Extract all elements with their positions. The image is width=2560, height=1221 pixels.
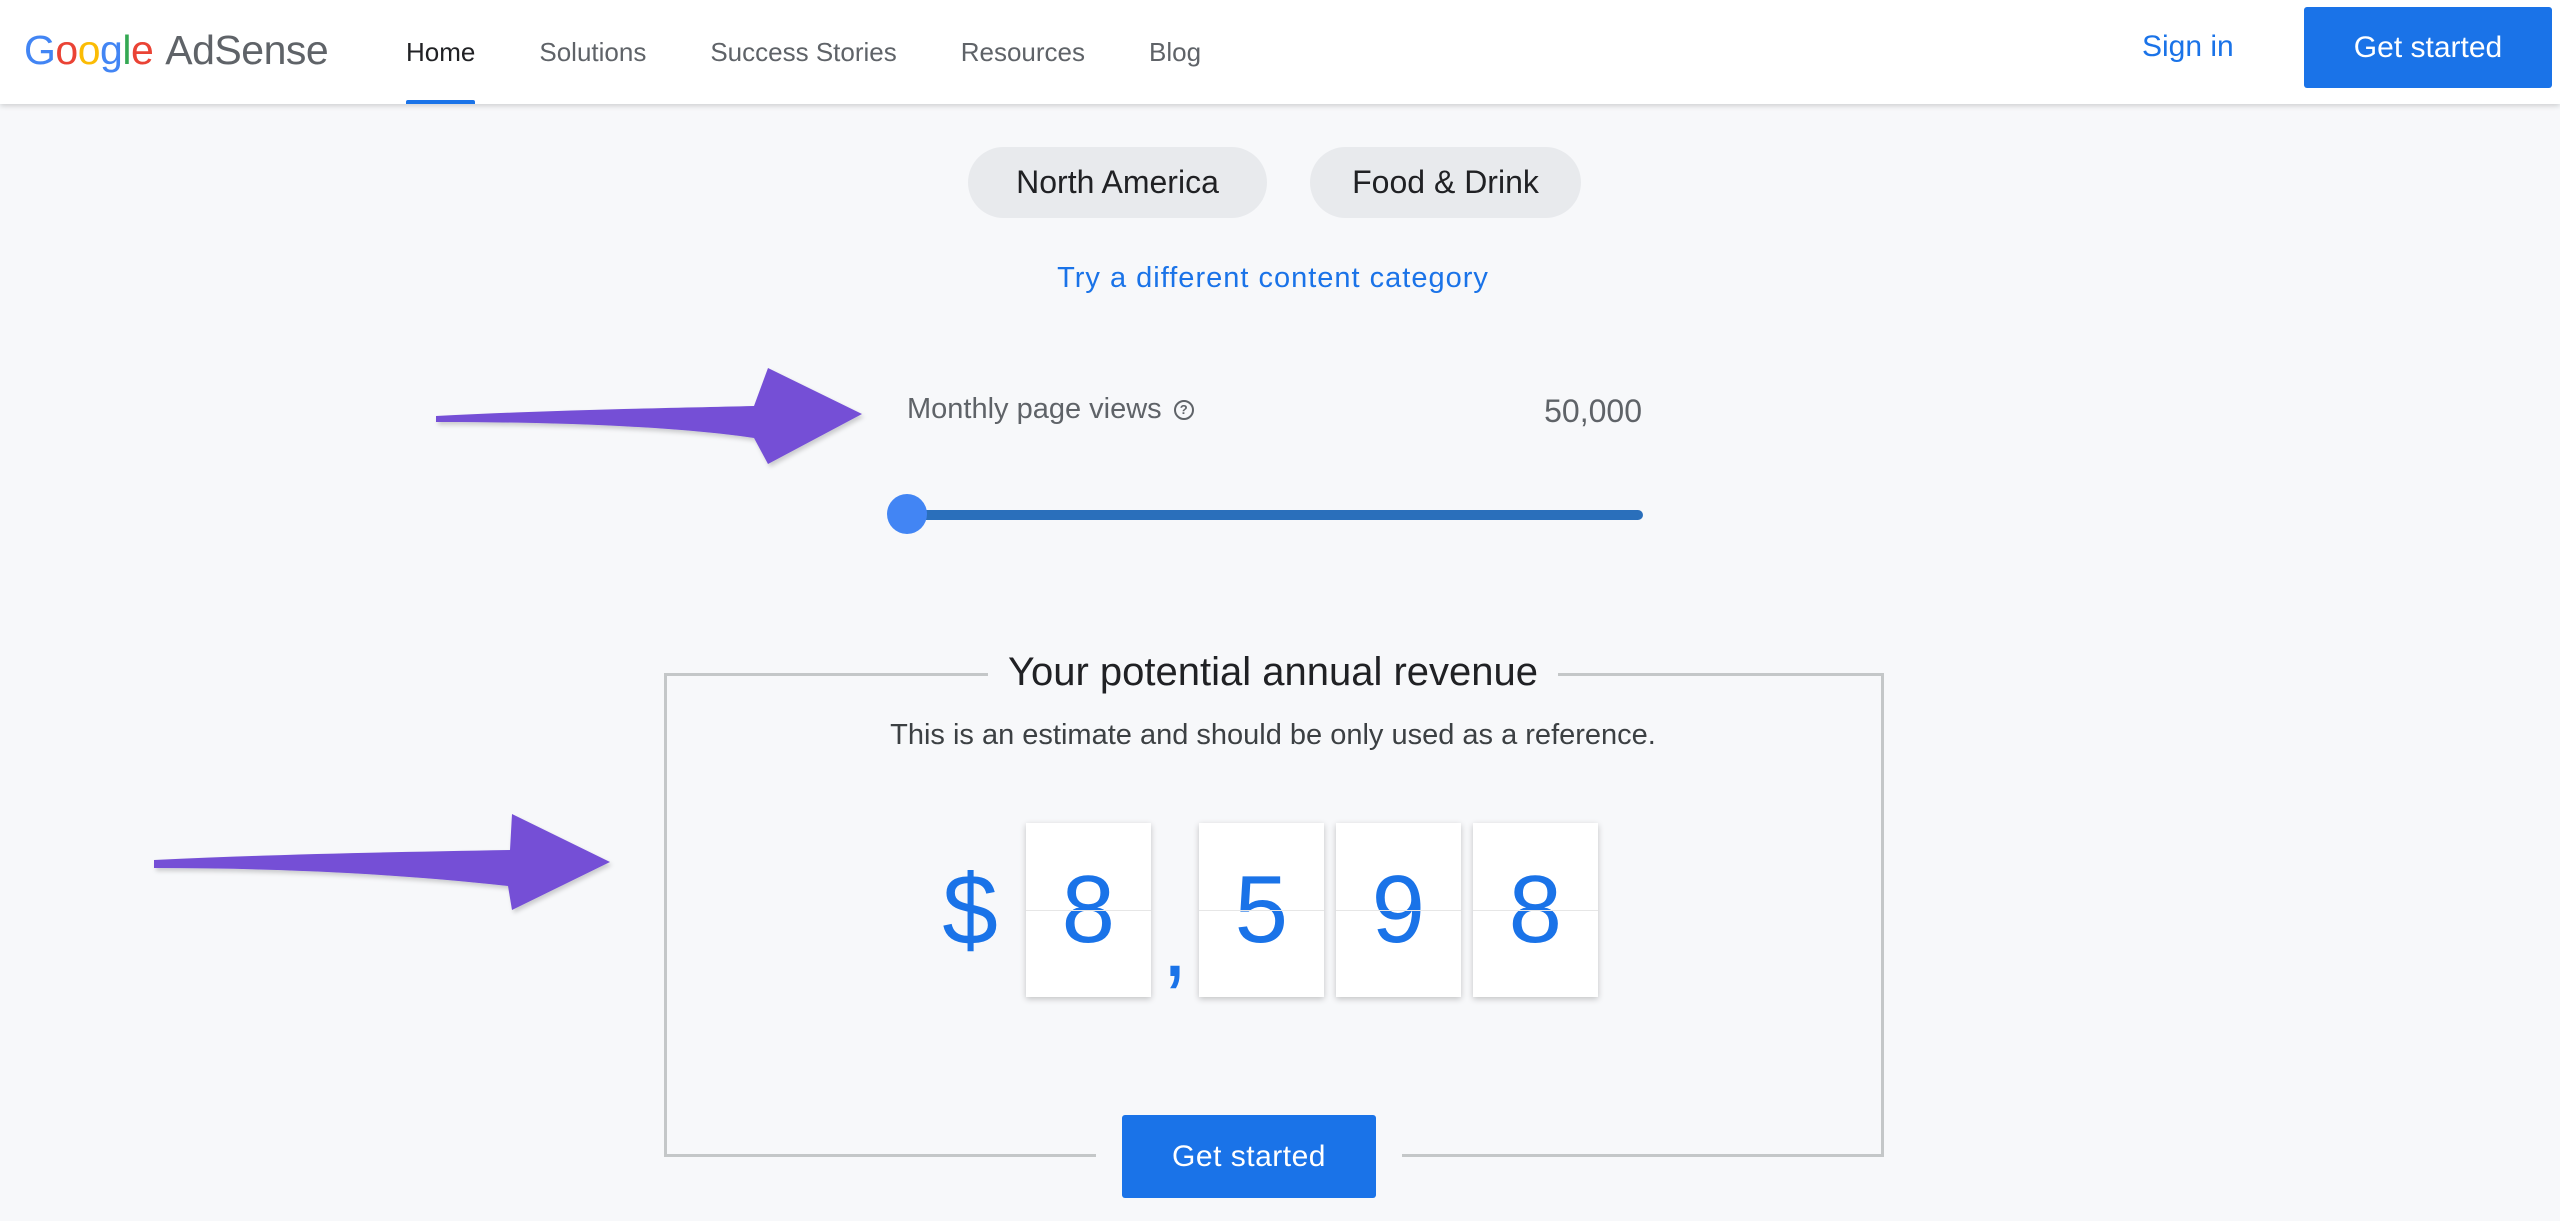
logo-letter: g	[100, 26, 123, 73]
header-get-started-button[interactable]: Get started	[2304, 7, 2552, 88]
logo-letter: e	[130, 26, 154, 73]
change-category-link[interactable]: Try a different content category	[0, 262, 2546, 295]
page-views-value: 50,000	[1544, 393, 1642, 429]
revenue-subtitle: This is an estimate and should be only u…	[890, 719, 1656, 751]
google-adsense-logo[interactable]: Google AdSense	[24, 22, 329, 78]
sign-in-link[interactable]: Sign in	[2142, 0, 2234, 94]
region-chip[interactable]: North America	[968, 147, 1267, 218]
revenue-digit: 5	[1198, 823, 1324, 997]
arrow-right-icon	[436, 368, 862, 464]
main-nav: Home Solutions Success Stories Resources…	[406, 0, 1265, 104]
revenue-counter: $ 8 , 5 9 8	[0, 822, 2546, 998]
product-name: AdSense	[165, 26, 329, 73]
top-navigation-bar: Google AdSense Home Solutions Success St…	[0, 0, 2560, 104]
revenue-title: Your potential annual revenue	[0, 650, 2546, 695]
nav-item-resources[interactable]: Resources	[961, 0, 1085, 104]
page-views-label-text: Monthly page views	[907, 393, 1162, 425]
google-wordmark: Google	[24, 26, 154, 74]
page-views-slider-thumb[interactable]	[887, 494, 927, 534]
nav-item-blog[interactable]: Blog	[1149, 0, 1201, 104]
revenue-digit: 9	[1335, 823, 1461, 997]
nav-item-home[interactable]: Home	[406, 0, 476, 104]
revenue-get-started-button[interactable]: Get started	[1122, 1115, 1376, 1198]
question-circle-icon[interactable]: ?	[1173, 399, 1194, 420]
revenue-title-text: Your potential annual revenue	[987, 650, 1559, 694]
nav-item-solutions[interactable]: Solutions	[539, 0, 646, 104]
page-views-slider[interactable]	[887, 494, 1643, 534]
revenue-digit: 8	[1025, 823, 1151, 997]
page-views-label: Monthly page views ?	[907, 393, 1194, 426]
currency-symbol: $	[942, 854, 998, 966]
thousands-separator: ,	[1161, 890, 1189, 997]
category-chip[interactable]: Food & Drink	[1310, 147, 1581, 218]
nav-item-success-stories[interactable]: Success Stories	[710, 0, 896, 104]
revenue-digit: 8	[1472, 823, 1598, 997]
logo-letter: l	[122, 26, 131, 73]
logo-letter: o	[55, 26, 78, 73]
logo-letter: G	[24, 26, 56, 73]
logo-letter: o	[77, 26, 101, 73]
